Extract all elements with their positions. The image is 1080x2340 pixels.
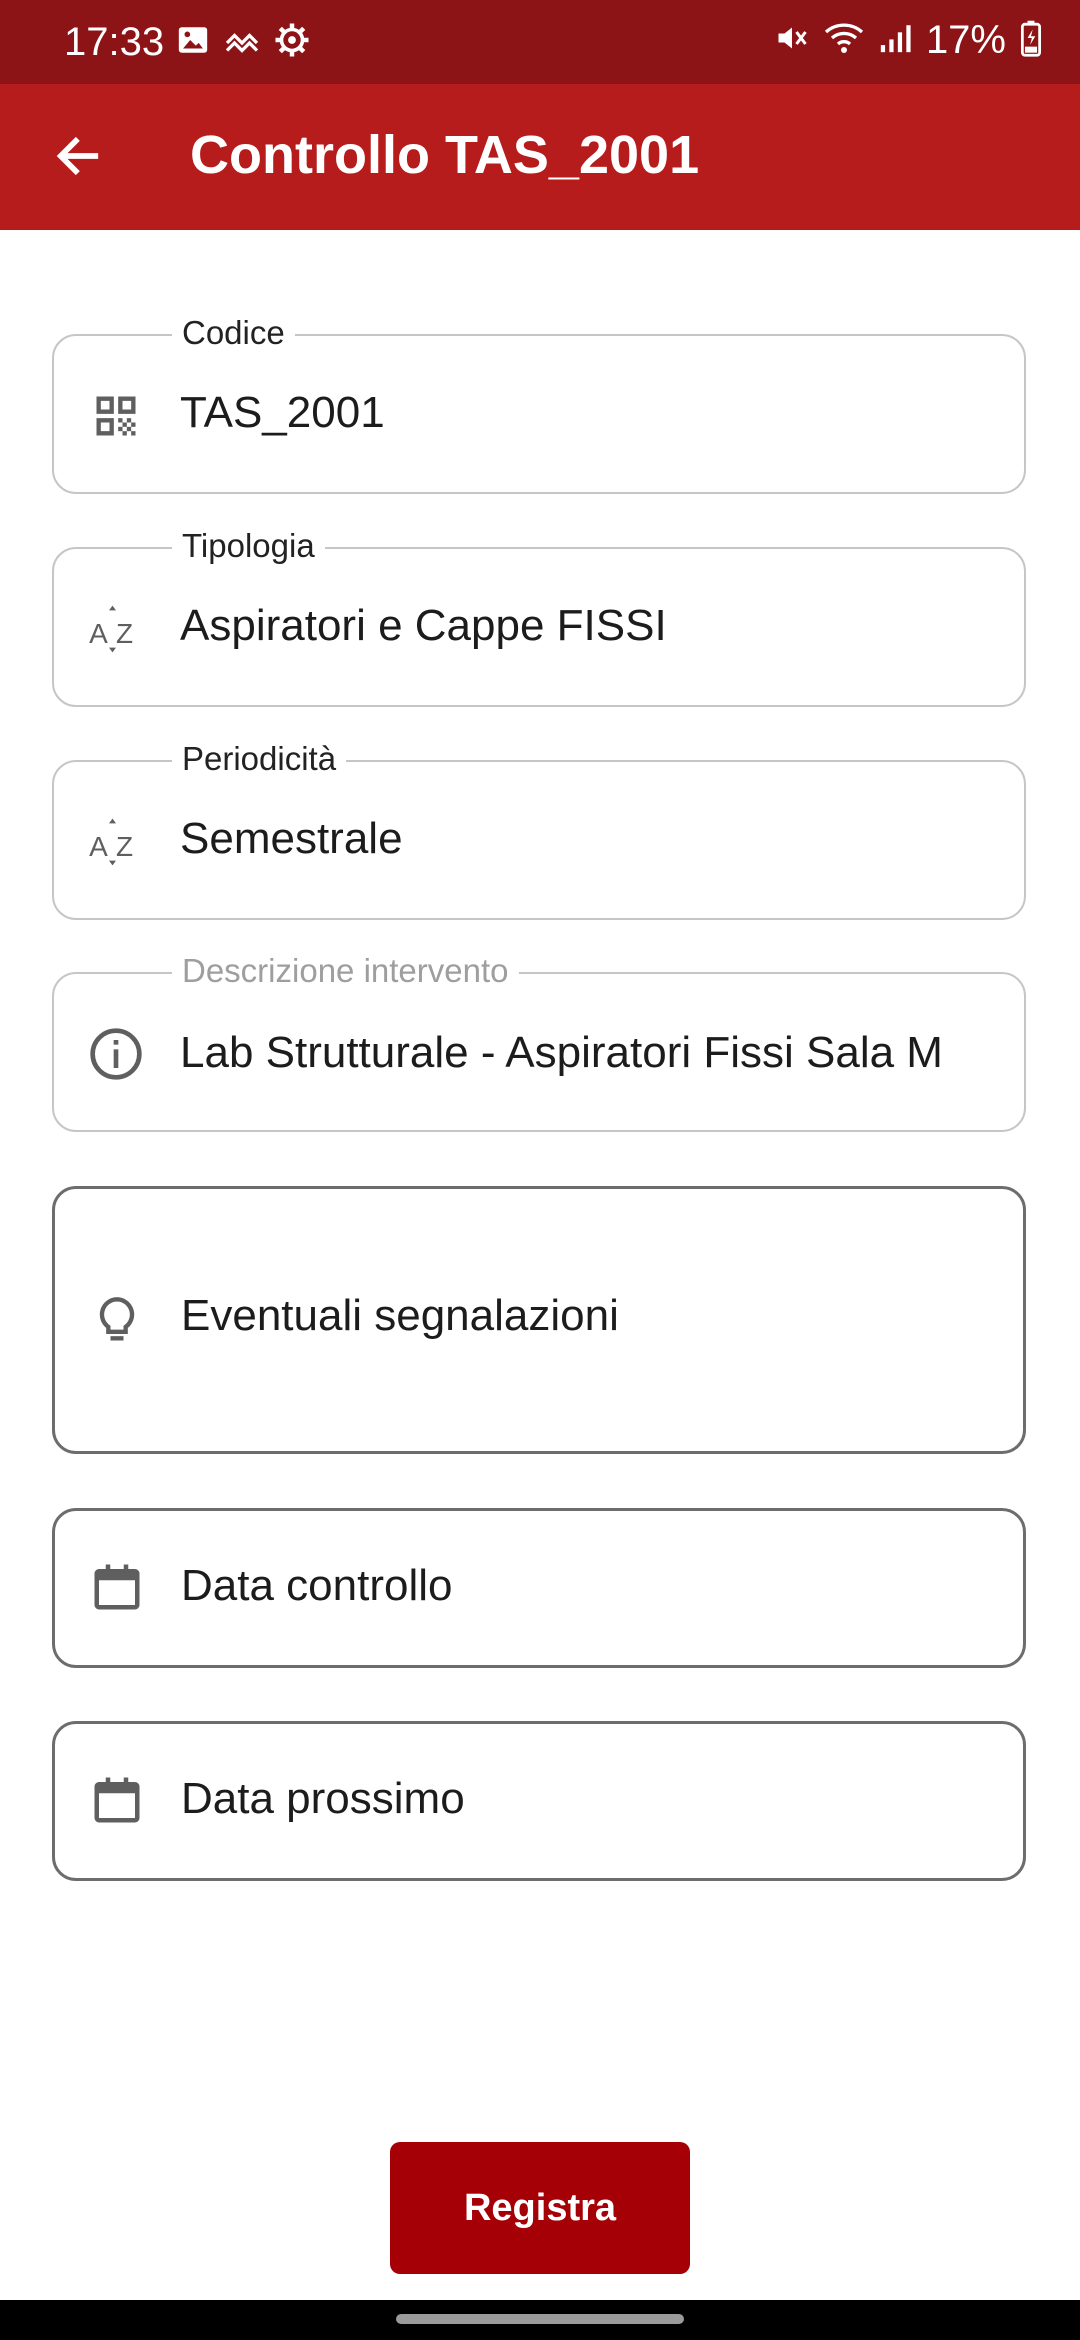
svg-text:A: A <box>89 831 108 862</box>
wifi-icon <box>824 20 864 61</box>
arrow-left-icon <box>52 130 104 187</box>
descrizione-label: Descrizione intervento <box>172 952 519 990</box>
codice-value: TAS_2001 <box>180 388 385 437</box>
back-button[interactable] <box>44 124 112 192</box>
sort-az-icon: AZ <box>88 601 144 657</box>
svg-text:Z: Z <box>116 618 133 649</box>
data-controllo-field[interactable]: Data controllo <box>52 1508 1026 1668</box>
data-prossimo-field[interactable]: Data prossimo <box>52 1721 1026 1881</box>
home-handle[interactable] <box>396 2314 684 2324</box>
segnalazioni-placeholder: Eventuali segnalazioni <box>181 1291 619 1340</box>
calendar-icon <box>89 1559 145 1615</box>
sort-az-icon: AZ <box>88 814 144 870</box>
trend-icon <box>224 25 260 60</box>
periodicita-field[interactable]: Periodicità AZ Semestrale <box>52 740 1026 920</box>
tipologia-field[interactable]: Tipologia AZ Aspiratori e Cappe FISSI <box>52 527 1026 707</box>
codice-field[interactable]: Codice TAS_2001 <box>52 314 1026 494</box>
info-icon <box>88 1026 144 1082</box>
data-controllo-placeholder: Data controllo <box>181 1561 453 1610</box>
calendar-icon <box>89 1772 145 1828</box>
app-bar: Controllo TAS_2001 <box>0 84 1080 230</box>
periodicita-value: Semestrale <box>180 814 403 863</box>
tipologia-value: Aspiratori e Cappe FISSI <box>180 601 667 650</box>
qr-code-icon <box>88 388 144 444</box>
periodicita-label: Periodicità <box>172 740 347 778</box>
mute-icon <box>774 20 810 61</box>
svg-text:Z: Z <box>116 831 133 862</box>
tipologia-label: Tipologia <box>172 527 325 565</box>
data-prossimo-placeholder: Data prossimo <box>181 1774 465 1823</box>
svg-text:A: A <box>89 618 108 649</box>
settings-icon <box>274 22 310 63</box>
signal-icon <box>878 21 912 60</box>
navigation-bar <box>0 2300 1080 2340</box>
status-time: 17:33 <box>64 20 165 64</box>
codice-label: Codice <box>172 314 295 352</box>
descrizione-value: Lab Strutturale - Aspiratori Fissi Sala … <box>180 1028 943 1077</box>
page-title: Controllo TAS_2001 <box>190 125 700 185</box>
status-bar: 17:33 17% <box>0 0 1080 84</box>
lightbulb-icon <box>89 1293 145 1349</box>
register-button[interactable]: Registra <box>390 2142 690 2274</box>
battery-icon <box>1020 19 1042 62</box>
battery-percentage: 17% <box>925 18 1006 62</box>
descrizione-field[interactable]: Descrizione intervento Lab Strutturale -… <box>52 952 1026 1132</box>
gallery-icon <box>176 23 210 62</box>
segnalazioni-field[interactable]: Eventuali segnalazioni <box>52 1186 1026 1454</box>
